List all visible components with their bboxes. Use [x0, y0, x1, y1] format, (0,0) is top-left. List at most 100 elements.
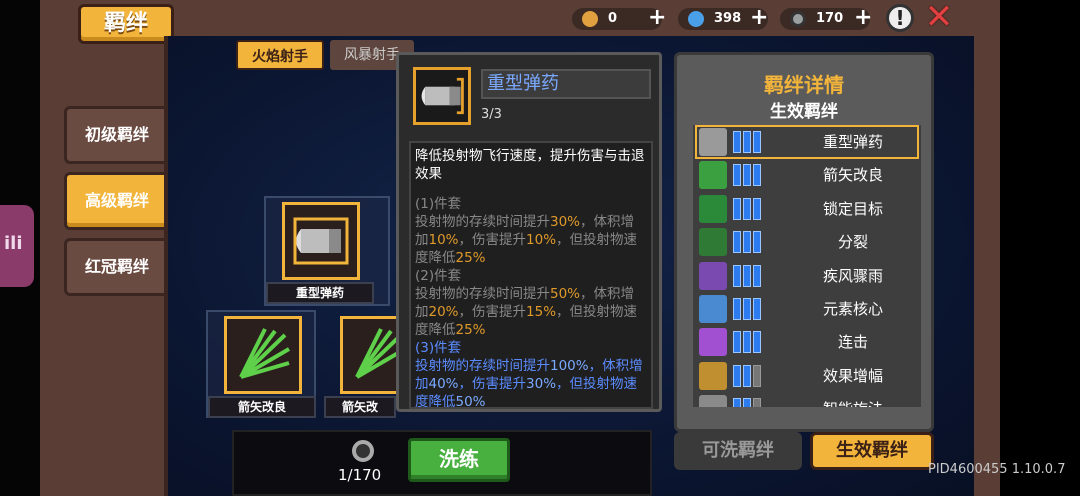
- tooltip-description: 降低投射物飞行速度，提升伤害与击退效果: [415, 148, 645, 182]
- target-icon: [699, 194, 727, 223]
- amplify-icon: [699, 361, 727, 390]
- level-bar: [743, 298, 751, 320]
- bond-name: 智能旋法: [793, 398, 913, 407]
- level-bar: [743, 264, 751, 287]
- smart-icon: [699, 395, 727, 407]
- level-bar: [753, 298, 761, 320]
- level-bar: [743, 197, 751, 220]
- level-bar: [733, 264, 741, 287]
- tier-1: (1)件套 投射物的存续时间提升30%，体积增加10%，伤害提升10%，但投射物…: [415, 195, 647, 267]
- tooltip-count: 3/3: [481, 107, 502, 122]
- tier-text: 投射物的存续时间提升50%，体积增加20%，伤害提升15%，但投射物速度降低25…: [415, 286, 638, 338]
- close-icon[interactable]: ✕: [924, 0, 954, 34]
- arrow-burst-icon: [239, 328, 291, 379]
- floating-app-icon[interactable]: ili: [0, 205, 34, 287]
- bond-row[interactable]: 疾风骤雨: [697, 261, 917, 291]
- bond-level-bars: [733, 398, 763, 407]
- level-bar: [743, 164, 751, 187]
- node-label: 重型弹药: [266, 282, 374, 304]
- tier-2: (2)件套 投射物的存续时间提升50%，体积增加20%，伤害提升15%，但投射物…: [415, 267, 647, 339]
- tooltip-bond-name: 重型弹药: [481, 69, 651, 99]
- tooltip-body: 降低投射物飞行速度，提升伤害与击退效果 (1)件套 投射物的存续时间提升30%，…: [409, 141, 653, 409]
- warning-icon[interactable]: !: [886, 4, 914, 32]
- node-label: 箭矢改良: [208, 396, 316, 418]
- level-bar: [733, 164, 741, 187]
- bond-node-arrow-upgrade[interactable]: [224, 316, 302, 394]
- bond-name: 重型弹药: [822, 133, 883, 151]
- tier-3: (3)件套 投射物的存续时间提升100%，体积增加40%，伤害提升30%，但投射…: [415, 339, 647, 409]
- tab-effective-bonds[interactable]: 生效羁绊: [810, 432, 934, 470]
- bond-level-bars: [733, 264, 763, 287]
- bond-name: 分裂: [837, 233, 868, 252]
- panel-title: 羁绊详情: [764, 73, 844, 97]
- tab-basic-bond[interactable]: 初级羁绊: [64, 106, 174, 164]
- arrow-burst-icon: [699, 161, 727, 190]
- gem-icon: [688, 11, 704, 27]
- gear-token-icon: [352, 440, 374, 462]
- bond-row[interactable]: 锁定目标: [697, 194, 917, 224]
- level-bar: [753, 398, 761, 407]
- add-gold-button[interactable]: +: [648, 6, 666, 30]
- level-bar: [753, 164, 761, 187]
- level-bar: [753, 197, 761, 220]
- bond-node-heavy-ammo[interactable]: [282, 202, 360, 280]
- split-arrow-icon: [699, 228, 727, 257]
- bond-row[interactable]: 分裂: [697, 227, 917, 257]
- bullet-icon: [699, 128, 727, 156]
- gear-token-icon: [790, 11, 806, 27]
- level-bar: [753, 264, 761, 287]
- bond-name: 效果增幅: [822, 366, 883, 385]
- tier-header: (2)件套: [415, 268, 462, 284]
- gold-icon: [582, 11, 598, 27]
- tier-text: 投射物的存续时间提升30%，体积增加10%，伤害提升10%，但投射物速度降低25…: [415, 214, 638, 266]
- element-core-icon: [699, 295, 727, 323]
- reroll-button[interactable]: 洗练: [408, 438, 510, 482]
- level-bar: [753, 231, 761, 254]
- add-gem-button[interactable]: +: [750, 6, 768, 30]
- level-bar: [733, 197, 741, 220]
- panel-subtitle: 生效羁绊: [770, 102, 838, 122]
- level-bar: [743, 331, 751, 354]
- tornado-icon: [699, 261, 727, 290]
- tier-header: (3)件套: [415, 340, 462, 356]
- reroll-cost: 1/170: [338, 466, 382, 484]
- bond-row[interactable]: 箭矢改良: [697, 160, 917, 190]
- level-bar: [753, 331, 761, 354]
- level-bar: [733, 231, 741, 254]
- tab-crown-bond[interactable]: 红冠羁绊: [64, 238, 174, 296]
- level-bar: [753, 364, 761, 387]
- bond-level-bars: [733, 364, 763, 387]
- bond-name: 箭矢改良: [822, 166, 883, 185]
- node-label: 箭矢改: [324, 396, 396, 418]
- bond-row[interactable]: 效果增幅: [697, 361, 917, 391]
- bond-name: 疾风骤雨: [822, 266, 883, 285]
- bond-tooltip: 重型弹药 3/3 降低投射物飞行速度，提升伤害与击退效果 (1)件套 投射物的存…: [396, 52, 662, 412]
- tab-fire-archer[interactable]: 火焰射手: [236, 40, 324, 70]
- level-bar: [743, 231, 751, 254]
- add-gear-token-button[interactable]: +: [854, 6, 872, 30]
- bond-row[interactable]: 连击: [697, 327, 917, 357]
- bond-level-bars: [733, 131, 763, 153]
- level-bar: [733, 398, 741, 407]
- tab-rerollable-bonds[interactable]: 可洗羁绊: [674, 432, 802, 470]
- bond-row[interactable]: 智能旋法: [697, 394, 917, 407]
- bullet-icon: [413, 67, 471, 125]
- bond-name: 连击: [837, 333, 868, 352]
- bond-level-bars: [733, 197, 763, 220]
- page-title: 羁绊: [78, 4, 174, 44]
- level-bar: [753, 131, 761, 153]
- level-bar: [733, 331, 741, 354]
- level-bar: [743, 398, 751, 407]
- bullet-icon: [293, 217, 349, 265]
- bond-name: 锁定目标: [822, 199, 883, 218]
- bond-name: 元素核心: [822, 300, 883, 318]
- bond-level-bars: [733, 164, 763, 187]
- bond-row[interactable]: 元素核心: [697, 294, 917, 324]
- bond-row[interactable]: 重型弹药: [695, 125, 919, 159]
- bond-list[interactable]: 重型弹药箭矢改良锁定目标分裂疾风骤雨元素核心连击效果增幅智能旋法: [693, 125, 921, 407]
- level-bar: [733, 298, 741, 320]
- tier-text: 投射物的存续时间提升100%，体积增加40%，伤害提升30%，但投射物速度降低5…: [415, 358, 643, 409]
- tier-header: (1)件套: [415, 196, 462, 212]
- combo-crystal-icon: [699, 328, 727, 357]
- bond-level-bars: [733, 331, 763, 354]
